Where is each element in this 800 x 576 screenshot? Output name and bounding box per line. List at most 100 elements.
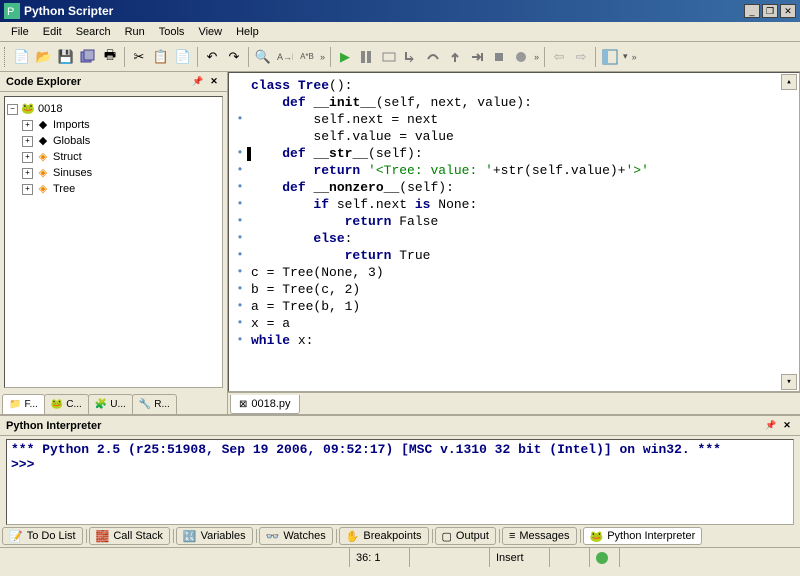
menu-edit[interactable]: Edit xyxy=(36,24,69,40)
save-button[interactable]: 💾 xyxy=(55,46,77,68)
undo-button[interactable]: ↶ xyxy=(201,46,223,68)
new-button[interactable]: 📄 xyxy=(11,46,33,68)
stepinto-button[interactable] xyxy=(400,46,422,68)
tab-files[interactable]: 📁F... xyxy=(2,394,45,414)
redo-button[interactable]: ↷ xyxy=(223,46,245,68)
tab-variables[interactable]: 🔣Variables xyxy=(176,527,253,545)
copy-button[interactable]: 📋 xyxy=(150,46,172,68)
code-editor[interactable]: ▴ ▾ class Tree(): def __init__(self, nex… xyxy=(228,72,800,392)
code-line[interactable]: class Tree(): xyxy=(229,77,799,94)
cut-button[interactable]: ✂ xyxy=(128,46,150,68)
tab-breakpoints[interactable]: ✋Breakpoints xyxy=(339,527,429,545)
toggle-bp-button[interactable] xyxy=(510,46,532,68)
gutter[interactable] xyxy=(229,128,251,145)
scroll-up-icon[interactable]: ▴ xyxy=(781,74,797,90)
close-button[interactable]: ✕ xyxy=(780,4,796,18)
layout-button[interactable] xyxy=(599,46,621,68)
menu-view[interactable]: View xyxy=(191,24,229,40)
findword-button[interactable]: A*B xyxy=(296,46,318,68)
gutter[interactable] xyxy=(229,196,251,213)
tab-python-interpreter[interactable]: 🐸Python Interpreter xyxy=(583,527,703,545)
code-line[interactable]: x = a xyxy=(229,315,799,332)
gutter[interactable] xyxy=(229,94,251,111)
stop-button[interactable] xyxy=(488,46,510,68)
menu-help[interactable]: Help xyxy=(229,24,266,40)
tree-root[interactable]: − 🐸 0018 xyxy=(7,101,220,117)
gutter[interactable] xyxy=(229,264,251,281)
gutter[interactable] xyxy=(229,281,251,298)
panel-close-icon[interactable]: ✕ xyxy=(780,419,794,433)
msg-icon: ≡ xyxy=(509,530,515,542)
run-button[interactable]: ▶ xyxy=(334,46,356,68)
minimize-button[interactable]: _ xyxy=(744,4,760,18)
code-line[interactable]: def __init__(self, next, value): xyxy=(229,94,799,111)
panel-pin-icon[interactable]: 📌 xyxy=(764,419,778,433)
chevron-icon[interactable]: » xyxy=(318,52,327,62)
tab-regex[interactable]: 🔧R... xyxy=(132,394,177,414)
nav-fwd-button[interactable]: ⇨ xyxy=(570,46,592,68)
tree-item-globals[interactable]: +◆Globals xyxy=(7,133,220,149)
tab-code[interactable]: 🐸C... xyxy=(44,394,89,414)
gutter[interactable] xyxy=(229,298,251,315)
tree-item-struct[interactable]: +◈Struct xyxy=(7,149,220,165)
restore-button[interactable]: ❐ xyxy=(762,4,778,18)
code-line[interactable]: else: xyxy=(229,230,799,247)
editor-tab-0018[interactable]: ⊠ 0018.py xyxy=(230,395,300,414)
stepout-button[interactable] xyxy=(444,46,466,68)
chevron-icon[interactable]: » xyxy=(630,52,639,62)
tab-callstack[interactable]: 🧱Call Stack xyxy=(89,527,170,545)
gutter[interactable] xyxy=(229,213,251,230)
gutter[interactable] xyxy=(229,315,251,332)
open-button[interactable]: 📂 xyxy=(33,46,55,68)
gutter[interactable] xyxy=(229,77,251,94)
code-line[interactable]: self.next = next xyxy=(229,111,799,128)
gutter[interactable] xyxy=(229,179,251,196)
menu-search[interactable]: Search xyxy=(69,24,118,40)
paste-button[interactable]: 📄 xyxy=(172,46,194,68)
tab-messages[interactable]: ≡Messages xyxy=(502,527,577,545)
tree-item-tree[interactable]: +◈Tree xyxy=(7,181,220,197)
code-line[interactable]: a = Tree(b, 1) xyxy=(229,298,799,315)
gutter[interactable] xyxy=(229,230,251,247)
tree-item-imports[interactable]: +◆Imports xyxy=(7,117,220,133)
code-line[interactable]: while x: xyxy=(229,332,799,349)
scroll-down-icon[interactable]: ▾ xyxy=(781,374,797,390)
tab-todo[interactable]: 📝To Do List xyxy=(2,527,83,545)
gutter[interactable] xyxy=(229,332,251,349)
print-button[interactable]: 🖶 xyxy=(99,46,121,68)
panel-close-icon[interactable]: ✕ xyxy=(207,75,221,89)
menu-tools[interactable]: Tools xyxy=(152,24,192,40)
code-line[interactable]: b = Tree(c, 2) xyxy=(229,281,799,298)
tab-unit[interactable]: 🧩U... xyxy=(88,394,133,414)
chevron-icon[interactable]: » xyxy=(532,52,541,62)
debug-button[interactable] xyxy=(378,46,400,68)
code-line[interactable]: def __str__(self): xyxy=(229,145,799,162)
menu-run[interactable]: Run xyxy=(118,24,152,40)
run-noargs-button[interactable] xyxy=(356,46,378,68)
code-explorer-tree[interactable]: − 🐸 0018 +◆Imports +◆Globals +◈Struct +◈… xyxy=(4,96,223,388)
gutter[interactable] xyxy=(229,111,251,128)
code-line[interactable]: self.value = value xyxy=(229,128,799,145)
interpreter-console[interactable]: *** Python 2.5 (r25:51908, Sep 19 2006, … xyxy=(6,439,794,525)
chevron-down-icon[interactable]: ▾ xyxy=(621,51,630,62)
find-button[interactable]: 🔍 xyxy=(252,46,274,68)
gutter[interactable] xyxy=(229,162,251,179)
tab-watches[interactable]: 👓Watches xyxy=(259,527,333,545)
nav-back-button[interactable]: ⇦ xyxy=(548,46,570,68)
stepover-button[interactable] xyxy=(422,46,444,68)
code-line[interactable]: return True xyxy=(229,247,799,264)
panel-pin-icon[interactable]: 📌 xyxy=(191,75,205,89)
code-line[interactable]: return '<Tree: value: '+str(self.value)+… xyxy=(229,162,799,179)
code-line[interactable]: if self.next is None: xyxy=(229,196,799,213)
code-line[interactable]: return False xyxy=(229,213,799,230)
menu-file[interactable]: File xyxy=(4,24,36,40)
code-line[interactable]: c = Tree(None, 3) xyxy=(229,264,799,281)
runto-button[interactable] xyxy=(466,46,488,68)
replace-button[interactable]: A→B xyxy=(274,46,296,68)
code-line[interactable]: def __nonzero__(self): xyxy=(229,179,799,196)
tab-output[interactable]: ▢Output xyxy=(435,527,496,545)
tree-item-sinuses[interactable]: +◈Sinuses xyxy=(7,165,220,181)
gutter[interactable] xyxy=(229,247,251,264)
saveall-button[interactable] xyxy=(77,46,99,68)
tab-close-icon[interactable]: ⊠ xyxy=(239,399,247,410)
